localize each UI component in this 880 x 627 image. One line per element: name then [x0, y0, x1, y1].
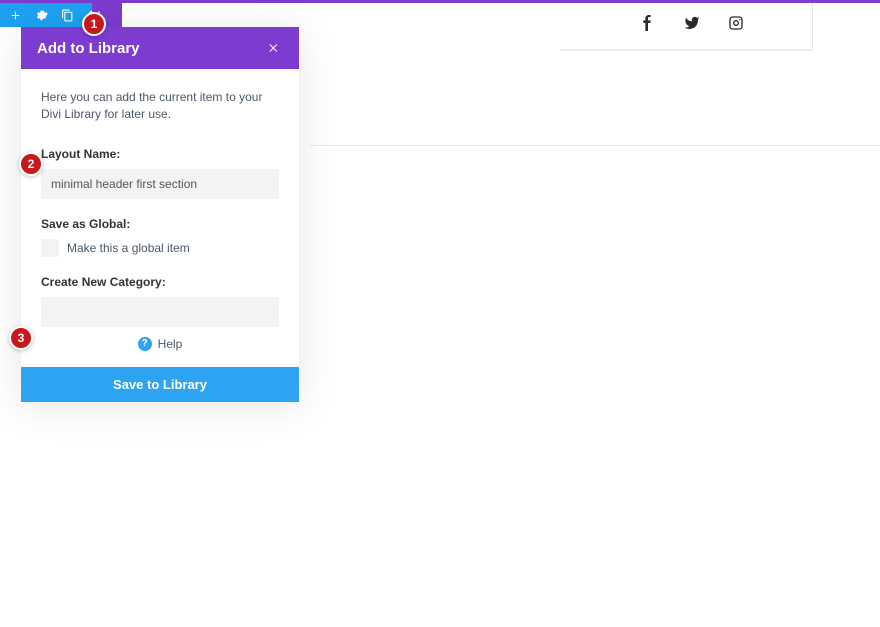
layout-name-input[interactable]	[41, 169, 279, 199]
global-checkbox-label: Make this a global item	[67, 241, 190, 255]
page-top-border	[0, 0, 880, 3]
settings-icon[interactable]	[34, 8, 48, 22]
duplicate-icon[interactable]	[60, 8, 74, 22]
save-global-label: Save as Global:	[41, 217, 279, 231]
twitter-icon[interactable]	[684, 15, 700, 36]
close-icon[interactable]	[265, 39, 283, 57]
layout-name-label: Layout Name:	[41, 147, 279, 161]
content-divider	[310, 145, 880, 146]
modal-description: Here you can add the current item to you…	[41, 89, 279, 123]
global-checkbox[interactable]	[41, 239, 59, 257]
social-icons	[640, 15, 744, 36]
create-category-label: Create New Category:	[41, 275, 279, 289]
add-section-icon[interactable]	[8, 8, 22, 22]
add-to-library-modal: Add to Library Here you can add the curr…	[21, 27, 299, 402]
create-category-group: Create New Category:	[41, 275, 279, 327]
callout-2: 2	[19, 152, 43, 176]
callout-3: 3	[9, 326, 33, 350]
facebook-icon[interactable]	[640, 15, 656, 36]
global-checkbox-row: Make this a global item	[41, 239, 279, 257]
modal-header: Add to Library	[21, 27, 299, 69]
save-global-group: Save as Global: Make this a global item	[41, 217, 279, 257]
header-divider	[560, 49, 812, 51]
callout-1: 1	[82, 12, 106, 36]
modal-body: Here you can add the current item to you…	[21, 69, 299, 367]
modal-title: Add to Library	[37, 40, 140, 57]
help-row[interactable]: ? Help	[41, 337, 279, 351]
help-label: Help	[158, 337, 183, 351]
save-to-library-button[interactable]: Save to Library	[21, 367, 299, 402]
header-divider-vertical	[812, 3, 813, 50]
instagram-icon[interactable]	[728, 15, 744, 36]
layout-name-group: Layout Name:	[41, 147, 279, 199]
create-category-input[interactable]	[41, 297, 279, 327]
help-icon: ?	[138, 337, 152, 351]
